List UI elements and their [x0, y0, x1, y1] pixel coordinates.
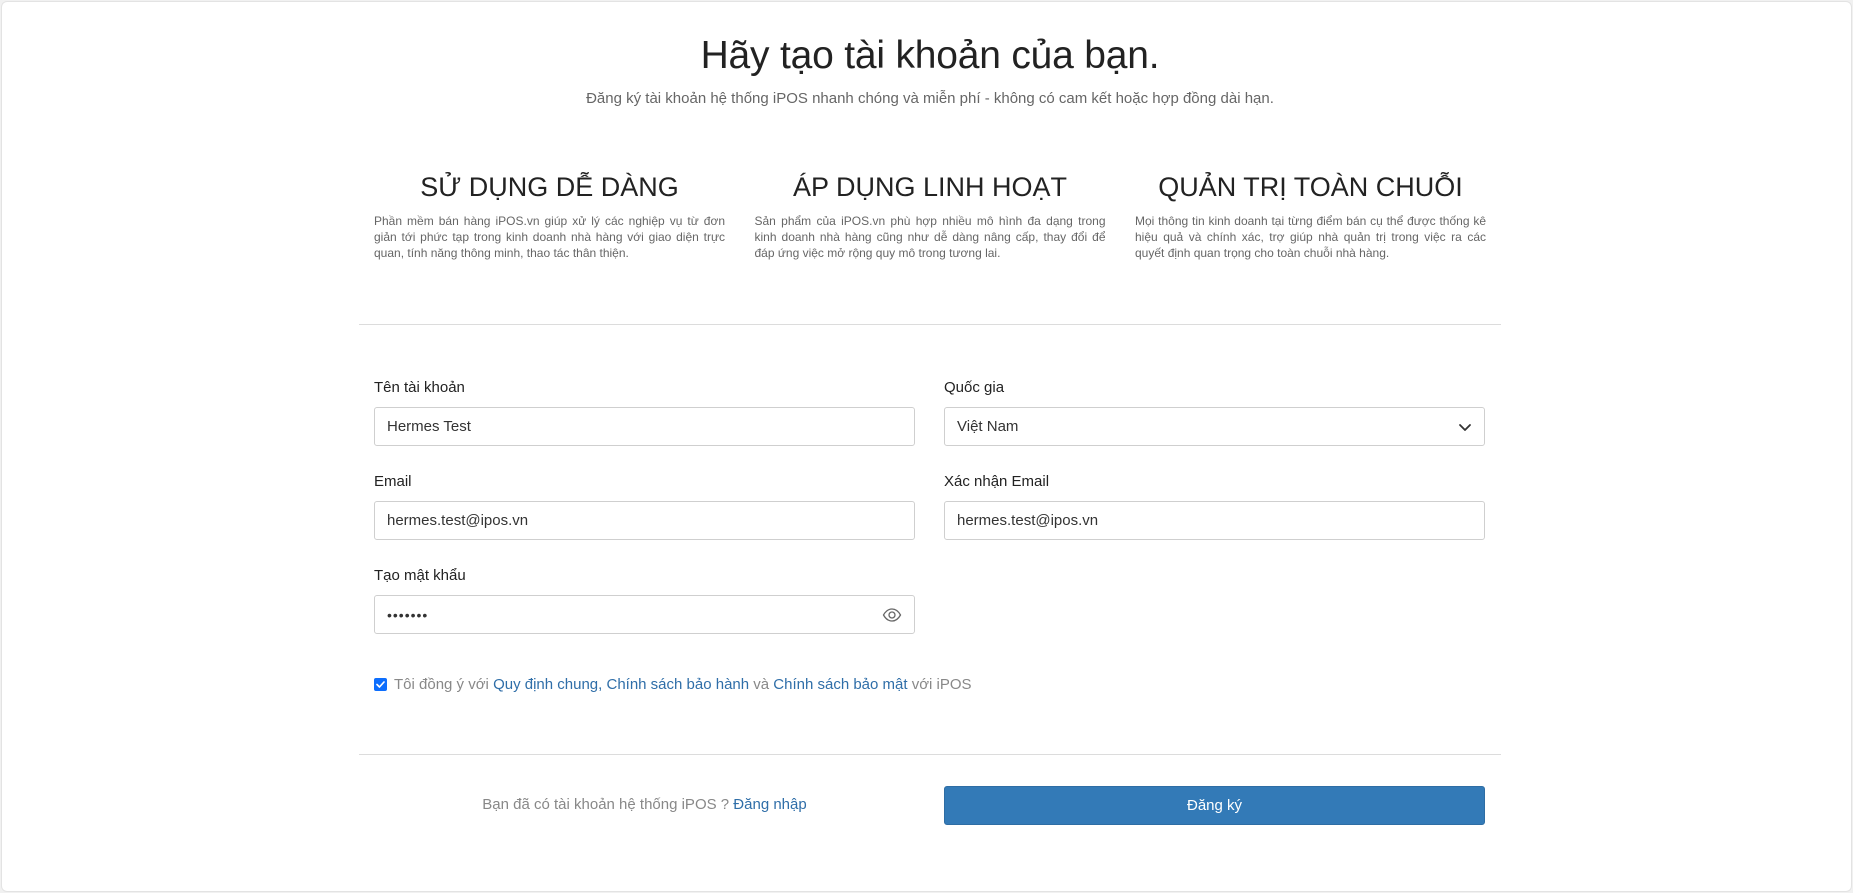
- page-title: Hãy tạo tài khoản của bạn.: [700, 34, 1160, 77]
- signup-container: Hãy tạo tài khoản của bạn. Đăng ký tài k…: [359, 2, 1501, 893]
- email-label: Email: [374, 473, 412, 490]
- email-input[interactable]: hermes.test@ipos.vn: [374, 501, 915, 540]
- agreement-comma: ,: [598, 676, 603, 693]
- country-label: Quốc gia: [944, 379, 1005, 396]
- feature-flexible: ÁP DỤNG LINH HOẠT Sản phẩm của iPOS.vn p…: [755, 172, 1106, 261]
- signup-card: Hãy tạo tài khoản của bạn. Đăng ký tài k…: [1, 1, 1852, 892]
- privacy-policy-link[interactable]: Chính sách bảo mật: [773, 676, 907, 693]
- features-row: SỬ DỤNG DỄ DÀNG Phần mềm bán hàng iPOS.v…: [374, 172, 1486, 261]
- country-value: Việt Nam: [957, 418, 1019, 435]
- agreement-suffix: với iPOS: [911, 676, 972, 693]
- general-terms-link[interactable]: Quy định chung: [493, 676, 598, 693]
- feature-text: Mọi thông tin kinh doanh tại từng điểm b…: [1135, 214, 1486, 260]
- feature-text: Sản phẩm của iPOS.vn phù hợp nhiều mô hì…: [754, 214, 1106, 260]
- agreement-and: và: [753, 676, 770, 693]
- warranty-policy-link[interactable]: Chính sách bảo hành: [606, 676, 749, 693]
- feature-text: Phần mềm bán hàng iPOS.vn giúp xử lý các…: [374, 214, 725, 260]
- login-link[interactable]: Đăng nhập: [733, 796, 806, 813]
- confirm-email-input[interactable]: hermes.test@ipos.vn: [944, 501, 1485, 540]
- password-input[interactable]: •••••••: [374, 595, 915, 634]
- login-prompt: Bạn đã có tài khoản hệ thống iPOS ? Đăng…: [374, 796, 915, 813]
- account-name-value: Hermes Test: [387, 418, 471, 435]
- feature-chain-management: QUẢN TRỊ TOÀN CHUỖI Mọi thông tin kinh d…: [1135, 172, 1486, 261]
- feature-easy-to-use: SỬ DỤNG DỄ DÀNG Phần mềm bán hàng iPOS.v…: [374, 172, 725, 261]
- eye-icon[interactable]: [882, 606, 902, 624]
- checkmark-icon: [376, 681, 385, 688]
- confirm-email-value: hermes.test@ipos.vn: [957, 512, 1099, 529]
- section-divider: [359, 324, 1501, 325]
- feature-title: QUẢN TRỊ TOÀN CHUỖI: [1158, 172, 1463, 202]
- account-name-input[interactable]: Hermes Test: [374, 407, 915, 446]
- agreement-row: Tôi đồng ý với Quy định chung, Chính sác…: [374, 676, 972, 693]
- password-label: Tạo mật khẩu: [374, 567, 466, 584]
- confirm-email-label: Xác nhận Email: [944, 473, 1050, 490]
- account-name-label: Tên tài khoản: [374, 379, 465, 396]
- have-account-text: Bạn đã có tài khoản hệ thống iPOS ?: [482, 796, 730, 813]
- email-value: hermes.test@ipos.vn: [387, 512, 529, 529]
- footer-divider: [359, 754, 1501, 755]
- password-value: •••••••: [387, 606, 429, 623]
- agreement-prefix: Tôi đồng ý với: [394, 676, 489, 693]
- agreement-checkbox[interactable]: [374, 678, 387, 691]
- feature-title: SỬ DỤNG DỄ DÀNG: [420, 172, 679, 202]
- chevron-down-icon: [1459, 424, 1471, 431]
- register-button[interactable]: Đăng ký: [944, 786, 1485, 825]
- page-subtitle: Đăng ký tài khoản hệ thống iPOS nhanh ch…: [586, 90, 1274, 107]
- country-select[interactable]: Việt Nam: [944, 407, 1485, 446]
- feature-title: ÁP DỤNG LINH HOẠT: [792, 172, 1068, 202]
